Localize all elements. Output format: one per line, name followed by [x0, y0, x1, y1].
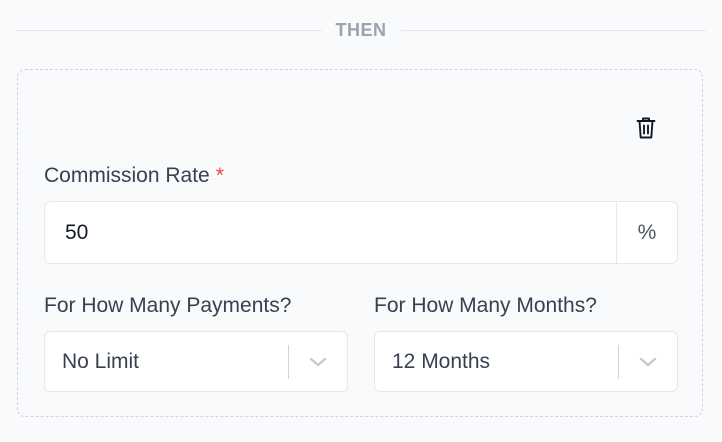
- months-select[interactable]: 12 Months: [374, 331, 678, 392]
- divider-line-left: [16, 29, 322, 31]
- percent-suffix: %: [616, 202, 677, 263]
- delete-action-button[interactable]: [632, 114, 660, 142]
- then-divider: THEN: [16, 18, 706, 42]
- commission-rate-label-text: Commission Rate: [44, 164, 210, 187]
- payments-select[interactable]: No Limit: [44, 331, 348, 392]
- commission-rate-field: %: [44, 201, 678, 264]
- divider-line-right: [400, 29, 706, 31]
- payments-selected-value: No Limit: [62, 349, 140, 373]
- months-label: For How Many Months?: [374, 294, 597, 317]
- commission-rate-input[interactable]: [45, 202, 616, 263]
- commission-rate-label: Commission Rate *: [44, 164, 224, 188]
- divider-label: THEN: [335, 19, 387, 40]
- chevron-down-icon: [619, 332, 677, 391]
- months-selected-value: 12 Months: [392, 349, 491, 373]
- required-marker: *: [215, 164, 224, 187]
- chevron-down-icon: [289, 332, 347, 391]
- payments-label: For How Many Payments?: [44, 294, 292, 317]
- trash-icon: [636, 117, 656, 139]
